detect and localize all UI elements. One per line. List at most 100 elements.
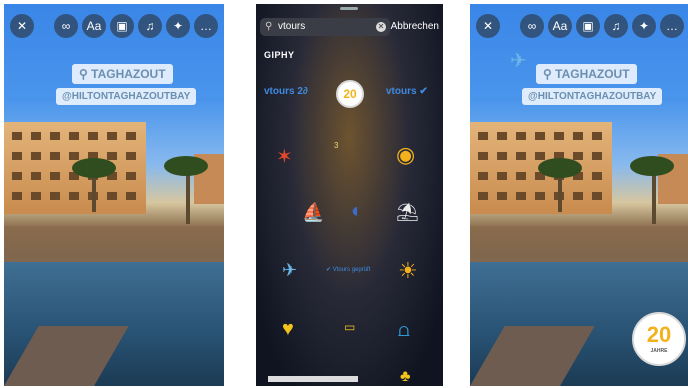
- beach-ball-sticker[interactable]: ◐: [351, 200, 363, 223]
- badge-number: 20: [646, 322, 672, 347]
- text-tool-icon[interactable]: Aa: [548, 14, 572, 38]
- building-window: [50, 172, 60, 180]
- airplane-sticker[interactable]: ✈: [282, 260, 297, 281]
- music-icon[interactable]: ♫: [138, 14, 162, 38]
- search-value: vtours: [278, 21, 306, 32]
- infinity-icon[interactable]: ∞: [54, 14, 78, 38]
- 20-jahre-badge-sticker[interactable]: 20: [336, 80, 364, 108]
- compass-sticker[interactable]: ◉: [396, 142, 415, 168]
- small-number-sticker[interactable]: 3: [334, 141, 338, 150]
- palm-tree-crown: [630, 156, 674, 176]
- building-window: [478, 192, 488, 200]
- building-window: [497, 192, 507, 200]
- starfish-sticker[interactable]: ✶: [276, 144, 293, 169]
- pool-edge: [4, 226, 224, 262]
- building-window: [535, 132, 545, 140]
- building-window: [573, 132, 583, 140]
- building-window: [69, 192, 79, 200]
- sheet-grabber[interactable]: [340, 7, 358, 10]
- building-window: [126, 152, 136, 160]
- building-window: [592, 152, 602, 160]
- building-window: [535, 192, 545, 200]
- building-window: [126, 172, 136, 180]
- building-window: [516, 152, 526, 160]
- airplane-sticker[interactable]: ✈: [510, 48, 527, 73]
- beach-scene-sticker[interactable]: ⛱: [396, 202, 419, 223]
- effects-icon[interactable]: ✦: [632, 14, 656, 38]
- building-window: [592, 132, 602, 140]
- building-window: [107, 152, 117, 160]
- more-icon[interactable]: …: [194, 14, 218, 38]
- building-window: [12, 172, 22, 180]
- sticker-icon[interactable]: ▣: [110, 14, 134, 38]
- palm-tree-crown: [72, 158, 116, 178]
- location-sticker[interactable]: ⚲ TAGHAZOUT: [536, 64, 637, 84]
- building-window: [31, 132, 41, 140]
- building-window: [592, 172, 602, 180]
- vtours-20-logo-sticker[interactable]: vtours 2∂: [264, 86, 308, 97]
- sticker-icon[interactable]: ▣: [576, 14, 600, 38]
- location-pin-icon: ⚲: [79, 67, 92, 81]
- more-icon[interactable]: …: [660, 14, 684, 38]
- effects-icon[interactable]: ✦: [166, 14, 190, 38]
- palm-tree-trunk: [186, 174, 190, 224]
- palm-tree-crown: [164, 156, 208, 176]
- building-window: [573, 152, 583, 160]
- palm-tree-crown: [538, 158, 582, 178]
- sticker-picker: ⚲ vtours ✕ Abbrechen GIPHY vtours 2∂ 20 …: [256, 4, 443, 386]
- text-tool-icon[interactable]: Aa: [82, 14, 106, 38]
- flip-flops-sticker[interactable]: ⩍: [398, 320, 410, 341]
- music-icon[interactable]: ♫: [604, 14, 628, 38]
- palm-tree-trunk: [652, 174, 656, 224]
- close-icon[interactable]: ✕: [10, 14, 34, 38]
- sailboat-sticker[interactable]: ⛵: [302, 202, 324, 223]
- sticker-search-input[interactable]: ⚲ vtours ✕: [260, 18, 390, 36]
- building-window: [31, 172, 41, 180]
- palm-sticker[interactable]: ♣: [400, 368, 411, 386]
- vtours-check-logo-sticker[interactable]: vtours ✔: [386, 86, 428, 97]
- close-icon[interactable]: ✕: [476, 14, 500, 38]
- clear-icon[interactable]: ✕: [376, 22, 386, 32]
- badge-text: JAHRE: [650, 348, 668, 354]
- infinity-icon[interactable]: ∞: [520, 14, 544, 38]
- building-window: [88, 132, 98, 140]
- story-toolbar: ✕ ∞ Aa ▣ ♫ ✦ …: [476, 14, 684, 40]
- building-window: [478, 172, 488, 180]
- building-window: [535, 152, 545, 160]
- search-icon: ⚲: [265, 21, 273, 32]
- building-window: [573, 192, 583, 200]
- building-window: [516, 132, 526, 140]
- building-window: [31, 152, 41, 160]
- building-window: [516, 172, 526, 180]
- building-window: [478, 132, 488, 140]
- mention-sticker[interactable]: @HILTONTAGHAZOUTBAY: [56, 88, 197, 105]
- partial-sticker-row: [268, 376, 358, 382]
- palm-tree-trunk: [558, 172, 562, 212]
- building-window: [126, 192, 136, 200]
- story-toolbar: ✕ ∞ Aa ▣ ♫ ✦ …: [10, 14, 218, 40]
- building-window: [12, 132, 22, 140]
- location-pin-icon: ⚲: [543, 67, 556, 81]
- building-window: [69, 152, 79, 160]
- location-sticker[interactable]: ⚲ TAGHAZOUT: [72, 64, 173, 84]
- pool-edge: [470, 226, 688, 262]
- mention-sticker[interactable]: @HILTONTAGHAZOUTBAY: [522, 88, 663, 105]
- building-window: [497, 172, 507, 180]
- building-window: [478, 152, 488, 160]
- sun-sticker[interactable]: ☀: [398, 258, 418, 284]
- building-window: [497, 132, 507, 140]
- building-window: [126, 132, 136, 140]
- building-window: [516, 192, 526, 200]
- building-window: [12, 152, 22, 160]
- chat-bubble-sticker[interactable]: ▭: [344, 320, 355, 334]
- story-editor-right: ✕ ∞ Aa ▣ ♫ ✦ … ✈ ⚲ TAGHAZOUT @HILTONTAGH…: [470, 4, 688, 386]
- sun-heart-sticker[interactable]: ♥: [282, 318, 294, 341]
- building-window: [592, 192, 602, 200]
- building-window: [12, 192, 22, 200]
- 20-jahre-badge-sticker[interactable]: 20 JAHRE: [632, 312, 686, 366]
- vtours-checked-text-sticker[interactable]: ✔ Vtours geprüft: [326, 266, 370, 273]
- location-label: TAGHAZOUT: [555, 67, 630, 81]
- building-window: [554, 132, 564, 140]
- cancel-button[interactable]: Abbrechen: [391, 18, 439, 36]
- location-label: TAGHAZOUT: [91, 67, 166, 81]
